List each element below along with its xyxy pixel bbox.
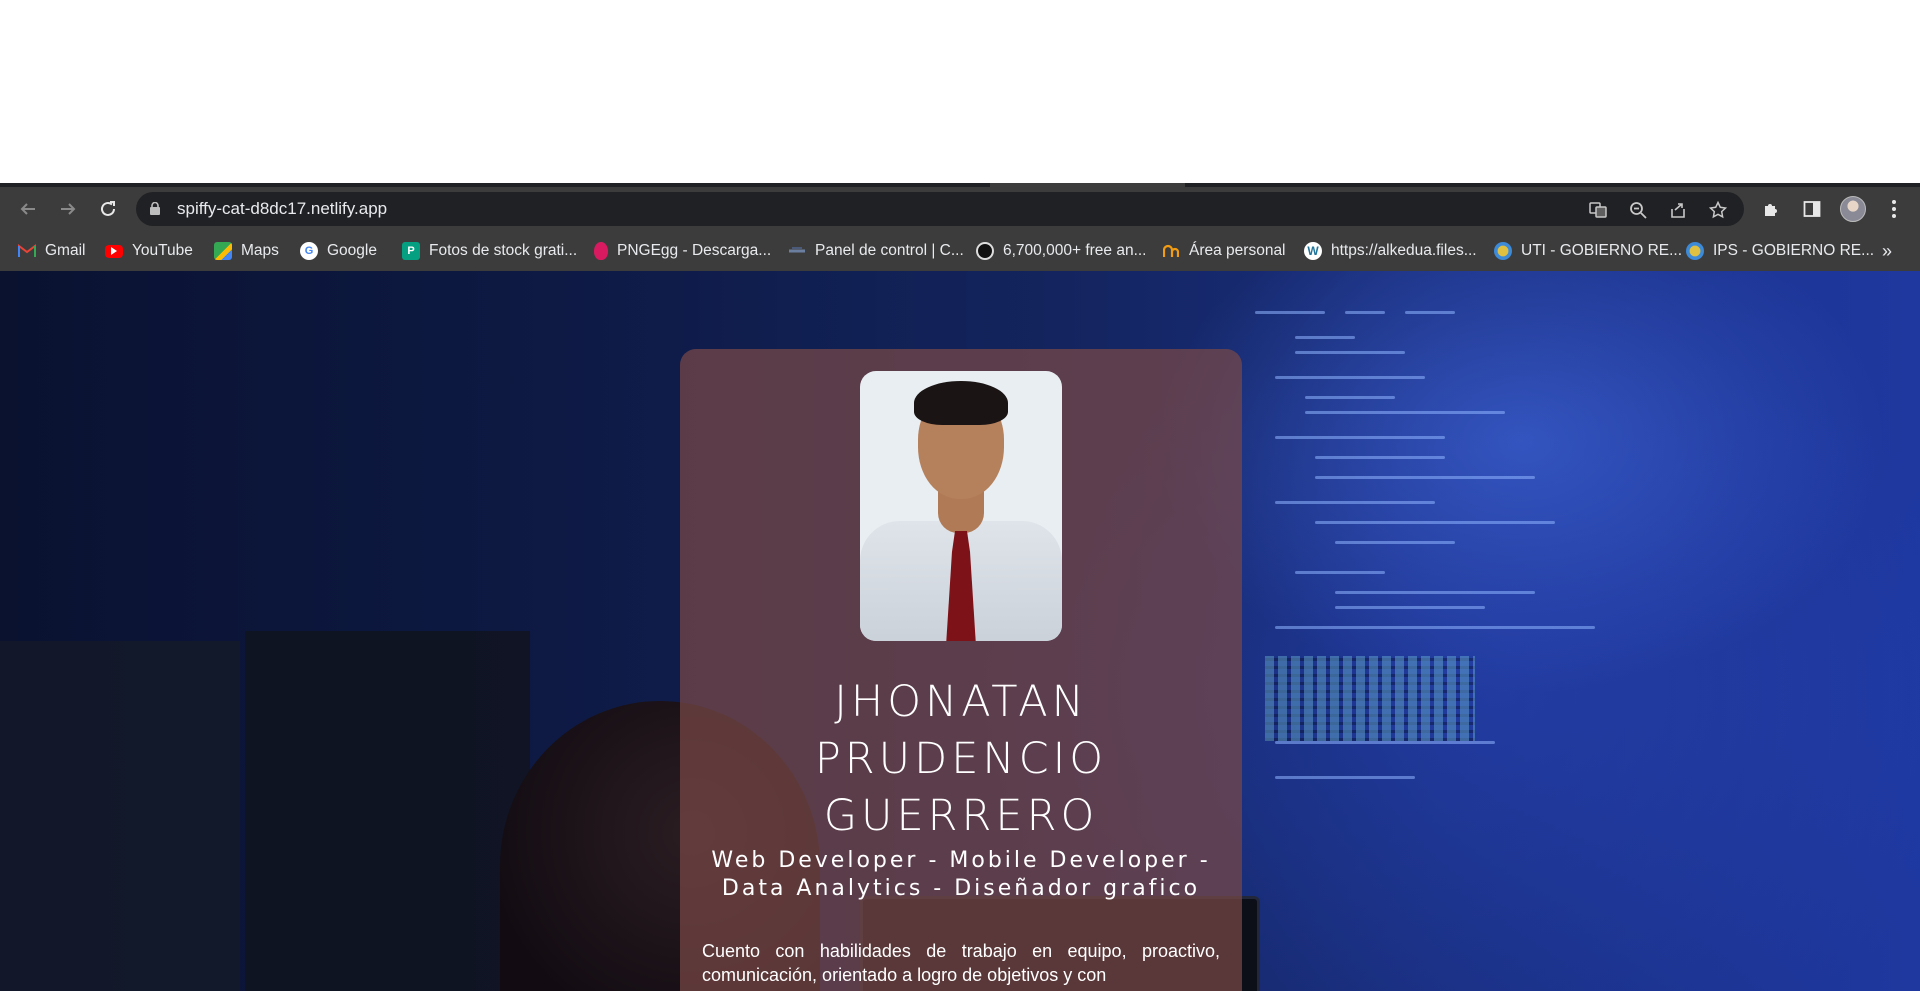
bookmark-label: Área personal (1189, 242, 1286, 259)
profile-role: Web Developer - Mobile Developer - Data … (700, 847, 1222, 903)
bookmark-label: Panel de control | C... (815, 242, 964, 259)
bookmark-panel[interactable]: Panel de control | C... (788, 231, 964, 271)
bookmark-pngegg[interactable]: PNGEgg - Descarga... (594, 231, 771, 271)
maps-icon (214, 242, 232, 260)
bookmark-label: Fotos de stock grati... (429, 242, 578, 259)
area-personal-icon (1162, 242, 1180, 260)
bookmark-label: YouTube (132, 242, 193, 259)
address-bar[interactable]: spiffy-cat-d8dc17.netlify.app (136, 192, 1744, 226)
bookmark-label: Gmail (45, 242, 86, 259)
gmail-icon (18, 242, 36, 260)
browser-toolbar: spiffy-cat-d8dc17.netlify.app (0, 187, 1920, 231)
profile-avatar[interactable] (1840, 196, 1866, 222)
profile-description: Cuento con habilidades de trabajo en equ… (702, 941, 1220, 985)
profile-card: JHONATAN PRUDENCIO GUERRERO Web Develope… (680, 349, 1242, 991)
name-line: PRUDENCIO (814, 734, 1108, 784)
profile-name: JHONATAN PRUDENCIO GUERRERO (680, 674, 1242, 845)
bookmark-google[interactable]: G Google (300, 231, 377, 271)
bookmark-label: https://alkedua.files... (1331, 242, 1477, 259)
bookmark-label: Google (327, 242, 377, 259)
bookmark-star-icon[interactable] (1707, 199, 1729, 221)
zoom-icon[interactable] (1627, 199, 1649, 221)
pexels-icon: P (402, 242, 420, 260)
wordpress-icon: W (1304, 242, 1322, 260)
bookmark-uti-gobierno[interactable]: UTI - GOBIERNO RE... (1494, 231, 1682, 271)
bookmark-label: UTI - GOBIERNO RE... (1521, 242, 1683, 259)
blank-area (0, 0, 1920, 183)
role-line: Data Analytics - Diseñador grafico (721, 876, 1201, 901)
role-line: Web Developer - Mobile Developer - (711, 848, 1211, 873)
translate-icon[interactable] (1587, 199, 1609, 221)
bookmark-youtube[interactable]: YouTube (105, 231, 193, 271)
menu-kebab-icon[interactable] (1882, 197, 1906, 221)
web-page: JHONATAN PRUDENCIO GUERRERO Web Develope… (0, 271, 1920, 991)
share-icon[interactable] (1667, 199, 1689, 221)
bookmark-gmail[interactable]: Gmail (18, 231, 85, 271)
url-text[interactable]: spiffy-cat-d8dc17.netlify.app (177, 192, 387, 226)
gobierno-icon (1686, 242, 1704, 260)
bookmark-ips-gobierno[interactable]: IPS - GOBIERNO RE... (1686, 231, 1874, 271)
arrow-right-icon (61, 203, 76, 215)
bookmark-freepik[interactable]: 6,700,000+ free an... (976, 231, 1147, 271)
bookmark-maps[interactable]: Maps (214, 231, 279, 271)
extensions-icon[interactable] (1760, 197, 1784, 221)
background-code-grid (1265, 656, 1475, 741)
name-line: GUERRERO (823, 791, 1099, 841)
bookmark-label: IPS - GOBIERNO RE... (1713, 242, 1875, 259)
freepik-icon (976, 242, 994, 260)
pngegg-icon (594, 242, 608, 260)
background-shelf (0, 641, 240, 991)
reload-icon (101, 201, 115, 216)
forward-button[interactable] (54, 195, 82, 223)
gobierno-icon (1494, 242, 1512, 260)
bookmark-area-personal[interactable]: Área personal (1162, 231, 1286, 271)
reload-button[interactable] (94, 195, 122, 223)
bookmark-label: PNGEgg - Descarga... (617, 242, 772, 259)
bookmark-label: 6,700,000+ free an... (1003, 242, 1147, 259)
bookmark-label: Maps (241, 242, 279, 259)
profile-photo (860, 371, 1062, 641)
name-line: JHONATAN (834, 677, 1088, 727)
lock-icon (150, 202, 160, 215)
bookmark-alkedua[interactable]: W https://alkedua.files... (1304, 231, 1477, 271)
google-icon: G (300, 242, 318, 260)
background-shelf (245, 631, 530, 991)
back-button[interactable] (14, 195, 42, 223)
bookmarks-bar: Gmail YouTube Maps G Google P Fotos de s… (0, 231, 1920, 271)
bookmarks-overflow-button[interactable]: » (1882, 231, 1892, 271)
side-panel-icon[interactable] (1800, 197, 1824, 221)
panel-icon (788, 242, 806, 260)
browser-chrome: spiffy-cat-d8dc17.netlify.app Gmail YouT… (0, 183, 1920, 271)
youtube-icon (105, 244, 123, 258)
bookmark-pexels[interactable]: P Fotos de stock grati... (402, 231, 577, 271)
arrow-left-icon (20, 203, 35, 215)
